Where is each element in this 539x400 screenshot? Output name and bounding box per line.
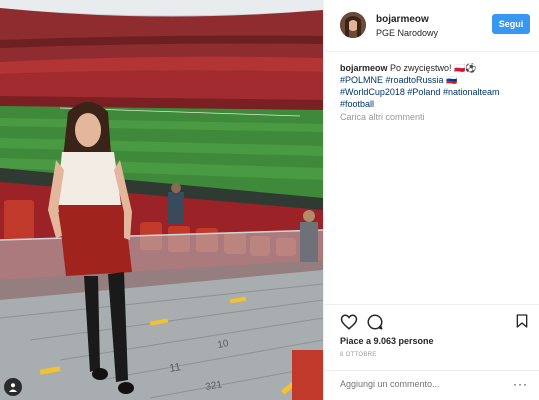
heart-icon xyxy=(340,314,358,330)
instagram-post: 10 11 321 bojarmeow PGE Narodowy Segui b… xyxy=(0,0,539,400)
caption-text: Po zwycięstwo! 🇵🇱⚽ xyxy=(390,63,477,73)
caption: bojarmeow Po zwycięstwo! 🇵🇱⚽ #POLMNE #ro… xyxy=(340,62,530,110)
likes-count[interactable]: Piace a 9.063 persone xyxy=(340,336,434,346)
hashtag-roadtorussia[interactable]: #roadtoRussia xyxy=(386,75,444,85)
flag-emoji: 🇷🇺 xyxy=(446,75,458,85)
username-link[interactable]: bojarmeow xyxy=(376,14,429,25)
post-date: 8 OTTOBRE xyxy=(340,352,377,358)
hashtag-football[interactable]: #football xyxy=(340,99,374,109)
post-sidebar: bojarmeow PGE Narodowy Segui bojarmeow P… xyxy=(323,0,539,400)
comment-icon xyxy=(367,314,383,330)
hashtag-poland[interactable]: #Poland xyxy=(407,87,440,97)
load-more-comments[interactable]: Carica altri commenti xyxy=(340,112,425,122)
seat-number-11: 11 xyxy=(168,361,181,375)
like-button[interactable] xyxy=(340,313,358,331)
more-options-icon[interactable]: ··· xyxy=(513,377,528,391)
comment-bar: ··· xyxy=(324,370,539,400)
avatar-image xyxy=(340,12,366,38)
hashtag-polmne[interactable]: #POLMNE xyxy=(340,75,383,85)
hashtag-nationalteam[interactable]: #nationalteam xyxy=(443,87,500,97)
comment-button[interactable] xyxy=(366,313,384,331)
post-header: bojarmeow PGE Narodowy Segui xyxy=(324,0,539,52)
location-link[interactable]: PGE Narodowy xyxy=(376,28,438,38)
person-icon xyxy=(9,383,17,392)
save-button[interactable] xyxy=(514,313,532,331)
follow-button[interactable]: Segui xyxy=(492,14,530,34)
user-tag-button[interactable] xyxy=(4,378,22,396)
bookmark-icon xyxy=(516,314,528,328)
hashtag-worldcup2018[interactable]: #WorldCup2018 xyxy=(340,87,405,97)
stadium-photo-illustration: 10 11 321 xyxy=(0,0,323,400)
comment-input[interactable] xyxy=(340,379,490,389)
post-photo[interactable]: 10 11 321 xyxy=(0,0,323,400)
avatar[interactable] xyxy=(340,12,366,38)
caption-username[interactable]: bojarmeow xyxy=(340,63,388,73)
